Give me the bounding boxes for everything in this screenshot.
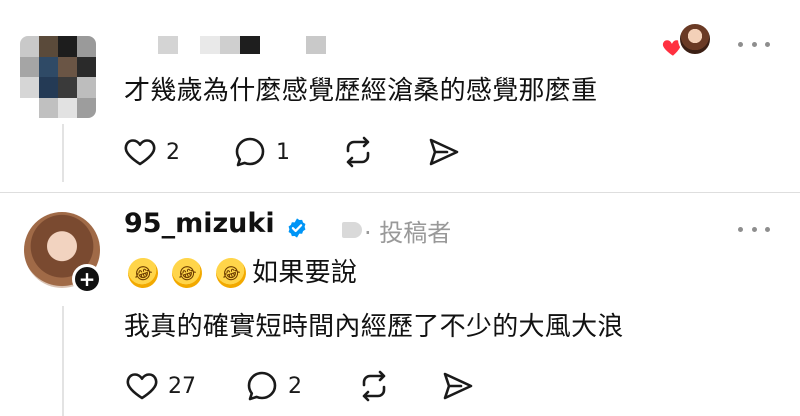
share-button[interactable] — [426, 132, 462, 172]
commenter-avatar-pixelated[interactable] — [20, 36, 96, 118]
like-count: 2 — [166, 139, 180, 165]
username[interactable]: 95_mizuki — [124, 208, 275, 239]
repost-button[interactable] — [356, 366, 392, 406]
rolling-on-floor-laughing-emoji-icon: 😂 — [168, 254, 206, 292]
heart-icon — [124, 139, 156, 166]
comment-icon — [247, 371, 277, 401]
more-icon[interactable] — [738, 221, 770, 237]
threads-comment-feed: 才幾歲為什麼感覺歷經滄桑的感覺那麼重 2 1 + 95_mizuki · 投稿者… — [0, 0, 800, 416]
reply-button[interactable]: 2 — [244, 366, 302, 406]
thread-line — [62, 124, 64, 182]
repost-button[interactable] — [340, 132, 376, 172]
reply-count: 2 — [288, 373, 302, 399]
share-button[interactable] — [440, 366, 476, 406]
follow-plus-button[interactable]: + — [72, 264, 102, 294]
more-icon[interactable] — [738, 36, 770, 52]
like-button[interactable]: 2 — [122, 132, 180, 172]
comment-text-line1: 如果要說 — [252, 258, 358, 288]
redacted-username[interactable] — [158, 36, 326, 54]
comment-icon — [235, 137, 265, 167]
comment-text-line2: 我真的確實短時間內經歷了不少的大風大浪 — [124, 312, 624, 342]
plus-icon: + — [78, 267, 96, 291]
rolling-on-floor-laughing-emoji-icon: 😂 — [124, 254, 162, 292]
share-icon — [429, 138, 459, 166]
reply-button[interactable]: 1 — [232, 132, 290, 172]
author-role-label: · 投稿者 — [364, 219, 452, 247]
verified-icon — [288, 218, 306, 238]
rolling-on-floor-laughing-emoji-icon: 😂 — [212, 254, 250, 292]
like-button[interactable]: 27 — [124, 366, 196, 406]
repost-icon — [362, 370, 386, 402]
redacted-timestamp — [342, 222, 362, 238]
comment-divider — [0, 192, 800, 193]
heart-icon — [126, 373, 158, 400]
author-avatar-small — [678, 22, 712, 56]
reply-count: 1 — [276, 139, 290, 165]
share-icon — [443, 372, 473, 400]
thread-line — [62, 306, 64, 416]
like-count: 27 — [168, 373, 196, 399]
author-liked-indicator — [660, 22, 712, 62]
repost-icon — [346, 136, 370, 168]
comment-text: 才幾歲為什麼感覺歷經滄桑的感覺那麼重 — [124, 76, 598, 106]
